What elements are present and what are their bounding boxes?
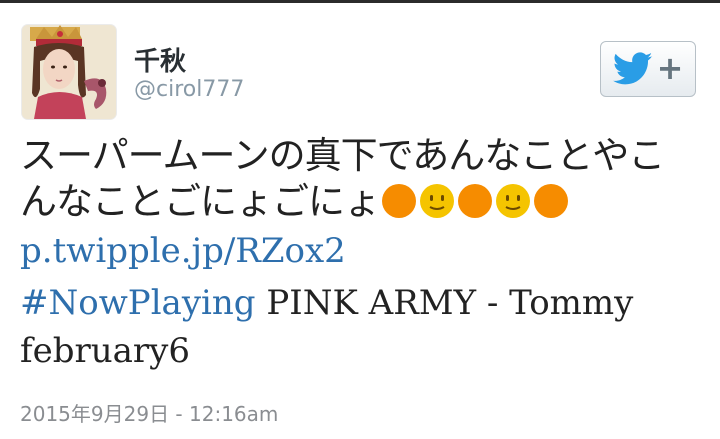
song-artist: february6	[20, 331, 190, 371]
tweet-card: 千秋 @cirol777 + スーパームーンの真下であんなことやこんなことごにょ…	[0, 3, 720, 439]
hashtag-link[interactable]: #NowPlaying	[20, 283, 256, 323]
tweet-text: スーパームーンの真下であんなことやこんなことごにょごにょ	[20, 133, 700, 231]
orange-circle-emoji-icon	[382, 184, 416, 218]
smiling-face-emoji-icon	[496, 184, 530, 218]
link-line: p.twipple.jp/RZox2	[20, 231, 346, 271]
plus-icon: +	[656, 49, 684, 87]
smiling-face-emoji-icon	[420, 184, 454, 218]
display-name[interactable]: 千秋	[134, 41, 186, 78]
orange-circle-emoji-icon	[458, 184, 492, 218]
avatar[interactable]	[22, 25, 116, 119]
artist-line: february6	[20, 331, 190, 371]
username[interactable]: @cirol777	[134, 77, 244, 102]
twitter-bird-icon	[612, 52, 652, 85]
now-playing-line: #NowPlaying PINK ARMY - Tommy	[20, 283, 633, 323]
orange-circle-emoji-icon	[534, 184, 568, 218]
song-title: PINK ARMY - Tommy	[266, 283, 634, 323]
avatar-image	[22, 25, 116, 119]
follow-button[interactable]: +	[600, 41, 696, 97]
tweet-link[interactable]: p.twipple.jp/RZox2	[20, 231, 346, 271]
tweet-timestamp[interactable]: 2015年9月29日 - 12:16am	[20, 398, 278, 427]
emoji-row	[380, 182, 570, 231]
